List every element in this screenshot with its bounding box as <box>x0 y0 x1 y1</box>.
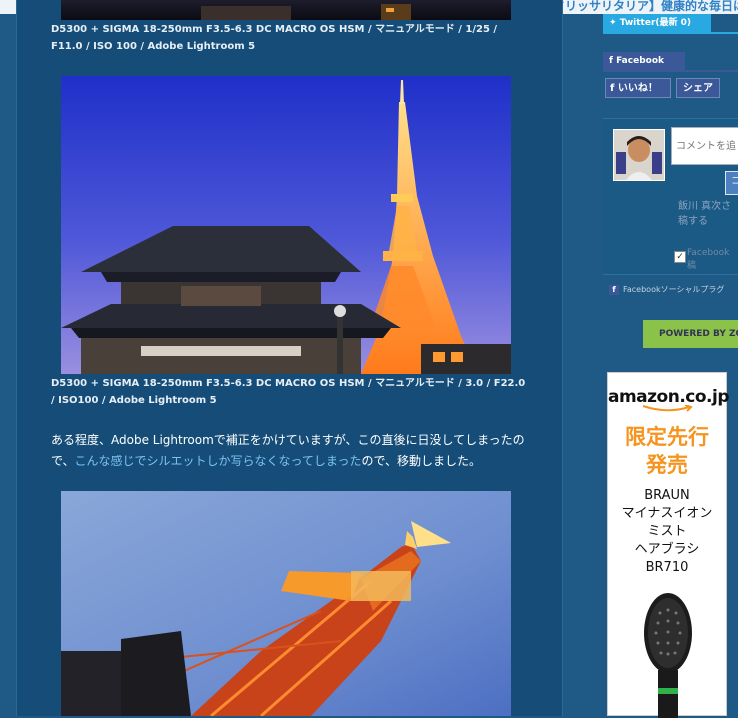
post-to-facebook-label-main: Facebook <box>687 248 730 258</box>
ad-product-line: BR710 <box>645 560 689 575</box>
amazon-logo: amazon.co.jp <box>608 387 730 407</box>
post-to-facebook-label-sub: 稿 <box>687 261 697 271</box>
twitter-divider <box>603 32 738 34</box>
ad-promo-line: 発売 <box>646 453 688 477</box>
post-to-facebook-label: Facebook 稿 <box>687 248 729 271</box>
facebook-comments: コ 飯川 真次さ 稿する ✓ Facebook 稿 <box>603 118 738 275</box>
facebook-tab[interactable]: f Facebook <box>603 52 685 70</box>
ad-promo-line: 限定先行 <box>625 425 709 449</box>
post-to-facebook-checkbox[interactable]: ✓ <box>674 251 686 263</box>
article-paragraph: ある程度、Adobe Lightroomで補正をかけていますが、この直後に日没し… <box>51 430 531 472</box>
like-button[interactable]: f いいね！ <box>605 78 671 98</box>
twitter-tab[interactable]: ✦ Twitter(最新 0) <box>603 14 711 32</box>
facebook-divider <box>603 70 738 72</box>
facebook-tab-label: Facebook <box>616 56 664 66</box>
ad-product-line: BRAUN <box>644 488 690 503</box>
ad-product-name: BRAUN マイナスイオン ミスト ヘアブラシ BR710 <box>608 487 726 577</box>
article-content: D5300 + SIGMA 18-250mm F3.5-6.3 DC MACRO… <box>16 0 563 716</box>
share-button[interactable]: シェア <box>676 78 720 98</box>
post-comment-button[interactable]: コ <box>725 171 738 195</box>
sidebar: ✦ Twitter(最新 0) f Facebook f いいね！ シェア コ … <box>603 0 738 718</box>
twitter-tab-label: Twitter(最新 0) <box>619 18 692 28</box>
facebook-icon: f <box>609 56 617 66</box>
fb-user-name: 飯川 真次さ 稿する <box>678 201 732 227</box>
avatar <box>613 129 665 181</box>
twitter-icon: ✦ <box>609 18 620 28</box>
photo-caption: D5300 + SIGMA 18-250mm F3.5-6.3 DC MACRO… <box>51 24 498 52</box>
facebook-icon: f <box>610 83 618 94</box>
paragraph-text: ので、移動しました。 <box>361 454 481 468</box>
photo-previous <box>61 0 511 20</box>
amazon-ad-banner[interactable]: amazon.co.jp 限定先行 発売 BRAUN マイナスイオン ミスト ヘ… <box>607 372 730 718</box>
facebook-icon: f <box>609 285 619 295</box>
hair-brush-image <box>644 593 692 718</box>
inline-link[interactable]: こんな感じでシルエットしか写らなくなってしまった <box>75 454 362 468</box>
comment-input[interactable] <box>671 127 738 165</box>
powered-by-badge[interactable]: POWERED BY ZO <box>643 320 738 348</box>
like-button-label: いいね！ <box>617 83 658 94</box>
ad-product-line: マイナスイオン <box>621 506 713 521</box>
photo-tokyo-tower-closeup <box>61 491 511 716</box>
photo-tokyo-tower-temple <box>61 76 511 374</box>
ad-product-line: ヘアブラシ <box>634 542 700 557</box>
facebook-social-plugin-link[interactable]: f Facebookソーシャルプラグ <box>609 284 724 295</box>
powered-by-label: POWERED BY ZO <box>659 329 738 339</box>
plugin-label: Facebookソーシャルプラグ <box>623 285 725 294</box>
ad-promo: 限定先行 発売 <box>608 423 726 479</box>
photo-caption: D5300 + SIGMA 18-250mm F3.5-6.3 DC MACRO… <box>51 378 526 406</box>
post-button-label: コ <box>731 176 738 187</box>
share-button-label: シェア <box>683 83 713 94</box>
ad-product-line: ミスト <box>647 524 687 539</box>
